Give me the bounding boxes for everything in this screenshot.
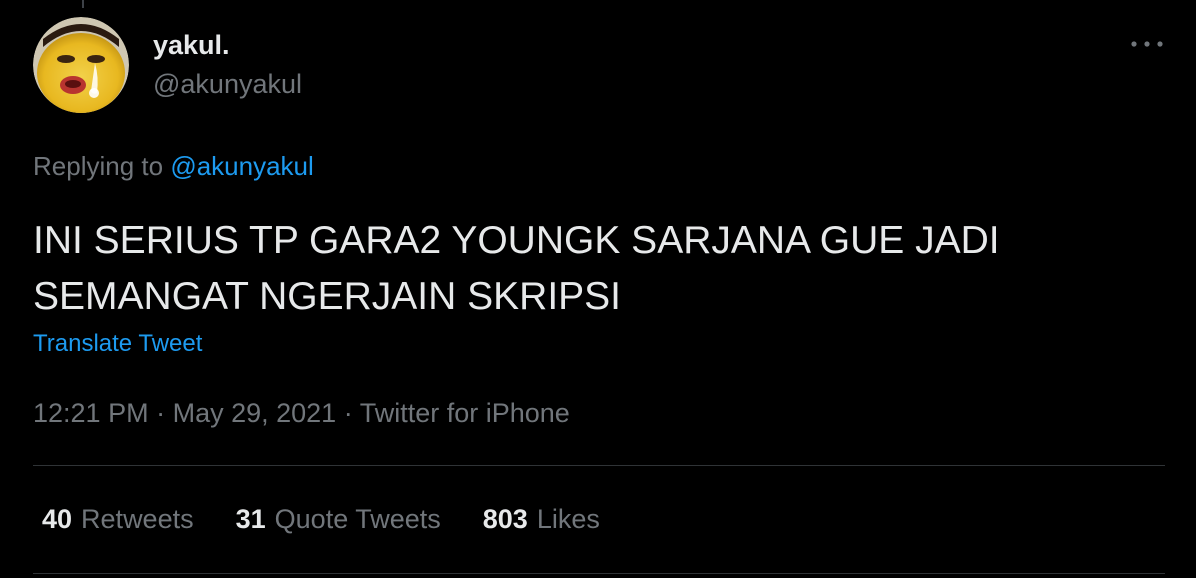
tweet-date[interactable]: May 29, 2021	[173, 398, 337, 428]
divider	[33, 465, 1165, 466]
meta-separator: ·	[336, 398, 360, 428]
tweet-meta: 12:21 PM · May 29, 2021 · Twitter for iP…	[33, 396, 570, 430]
replying-mention-link[interactable]: @akunyakul	[170, 151, 313, 181]
likes-label: Likes	[536, 504, 600, 534]
author-display-name[interactable]: yakul.	[153, 28, 230, 62]
quote-tweets-label: Quote Tweets	[274, 504, 441, 534]
more-options-button[interactable]	[1127, 32, 1167, 56]
tweet-source[interactable]: Twitter for iPhone	[360, 398, 570, 428]
tweet-text: INI SERIUS TP GARA2 YOUNGK SARJANA GUE J…	[33, 213, 1153, 325]
tweet-text-line: INI SERIUS TP GARA2 YOUNGK SARJANA GUE J…	[33, 219, 1000, 262]
replying-to: Replying to @akunyakul	[33, 149, 314, 183]
likes-count: 803	[482, 504, 528, 534]
crying-face-avatar-icon	[33, 17, 129, 113]
replying-prefix: Replying to	[33, 151, 164, 181]
retweets-label: Retweets	[81, 504, 194, 534]
tweet-time[interactable]: 12:21 PM	[33, 398, 149, 428]
meta-separator: ·	[148, 398, 173, 428]
retweets-count: 40	[42, 504, 73, 534]
author-handle[interactable]: @akunyakul	[153, 67, 302, 101]
likes-stat[interactable]: 803 Likes	[483, 502, 600, 536]
avatar[interactable]	[33, 17, 129, 113]
more-dots-icon	[1131, 41, 1163, 47]
thread-line	[82, 0, 84, 8]
divider	[33, 573, 1165, 574]
retweets-stat[interactable]: 40 Retweets	[42, 502, 194, 536]
translate-tweet-link[interactable]: Translate Tweet	[33, 328, 202, 360]
quote-tweets-stat[interactable]: 31 Quote Tweets	[236, 502, 441, 536]
quote-tweets-count: 31	[235, 504, 266, 534]
engagement-stats: 40 Retweets 31 Quote Tweets 803 Likes	[42, 502, 642, 536]
tweet-text-line: SEMANGAT NGERJAIN SKRIPSI	[33, 275, 622, 318]
